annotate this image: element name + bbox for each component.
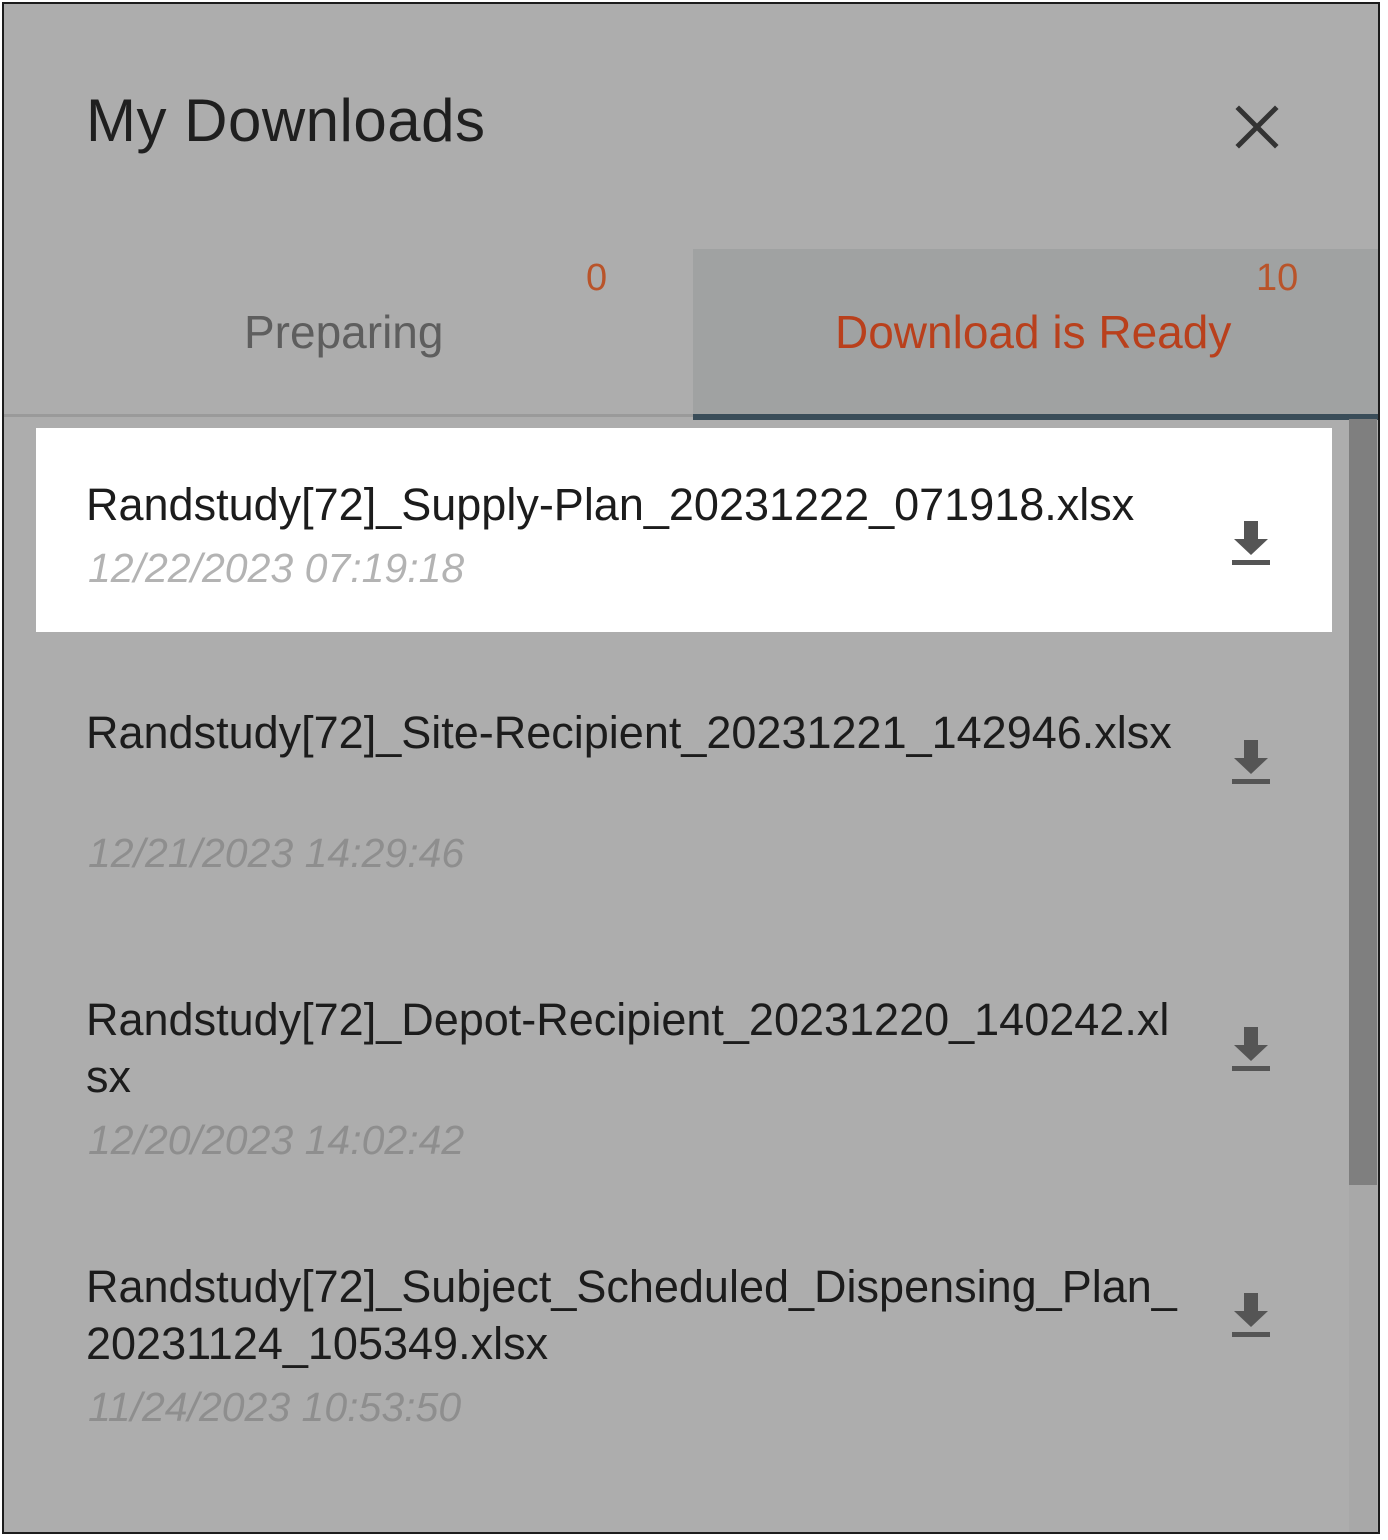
file-name: Randstudy[72]_Depot-Recipient_20231220_1… bbox=[86, 994, 1170, 1102]
download-item[interactable]: Randstudy[72]_Subject_Scheduled_Dispensi… bbox=[36, 1217, 1332, 1467]
downloads-panel: My Downloads 0 Preparing 10 Download is … bbox=[2, 2, 1380, 1534]
download-item[interactable]: Randstudy[72]_Site-Recipient_20231221_14… bbox=[36, 662, 1332, 912]
file-date: 12/21/2023 14:29:46 bbox=[88, 830, 465, 876]
file-date: 12/20/2023 14:02:42 bbox=[88, 1117, 465, 1163]
download-icon[interactable] bbox=[1230, 1025, 1272, 1073]
file-name: Randstudy[72]_Subject_Scheduled_Dispensi… bbox=[86, 1261, 1177, 1369]
close-icon[interactable] bbox=[1226, 96, 1288, 158]
download-item[interactable]: Randstudy[72]_Supply-Plan_20231222_07191… bbox=[36, 428, 1332, 632]
tab-preparing-count: 0 bbox=[586, 257, 608, 299]
tab-preparing-label: Preparing bbox=[244, 306, 444, 358]
download-icon[interactable] bbox=[1230, 1291, 1272, 1339]
download-icon[interactable] bbox=[1230, 519, 1272, 567]
download-list: Randstudy[72]_Supply-Plan_20231222_07191… bbox=[4, 417, 1344, 1532]
panel-title: My Downloads bbox=[86, 87, 486, 154]
download-icon[interactable] bbox=[1230, 738, 1272, 786]
download-tabs: 0 Preparing 10 Download is Ready bbox=[4, 249, 1378, 420]
tab-ready-label: Download is Ready bbox=[835, 306, 1232, 358]
download-item[interactable]: Randstudy[72]_Depot-Recipient_20231220_1… bbox=[36, 949, 1332, 1199]
file-date: 12/22/2023 07:19:18 bbox=[88, 545, 465, 591]
tab-preparing[interactable]: 0 Preparing bbox=[4, 249, 693, 417]
scrollbar-thumb[interactable] bbox=[1349, 419, 1377, 1185]
file-date: 11/24/2023 10:53:50 bbox=[88, 1384, 462, 1430]
tab-ready-count: 10 bbox=[1256, 257, 1299, 299]
file-name: Randstudy[72]_Site-Recipient_20231221_14… bbox=[86, 707, 1172, 758]
panel-header: My Downloads bbox=[4, 4, 1378, 249]
tab-download-ready[interactable]: 10 Download is Ready bbox=[693, 249, 1378, 420]
file-name: Randstudy[72]_Supply-Plan_20231222_07191… bbox=[86, 479, 1135, 530]
scrollbar-track[interactable] bbox=[1349, 419, 1377, 1532]
